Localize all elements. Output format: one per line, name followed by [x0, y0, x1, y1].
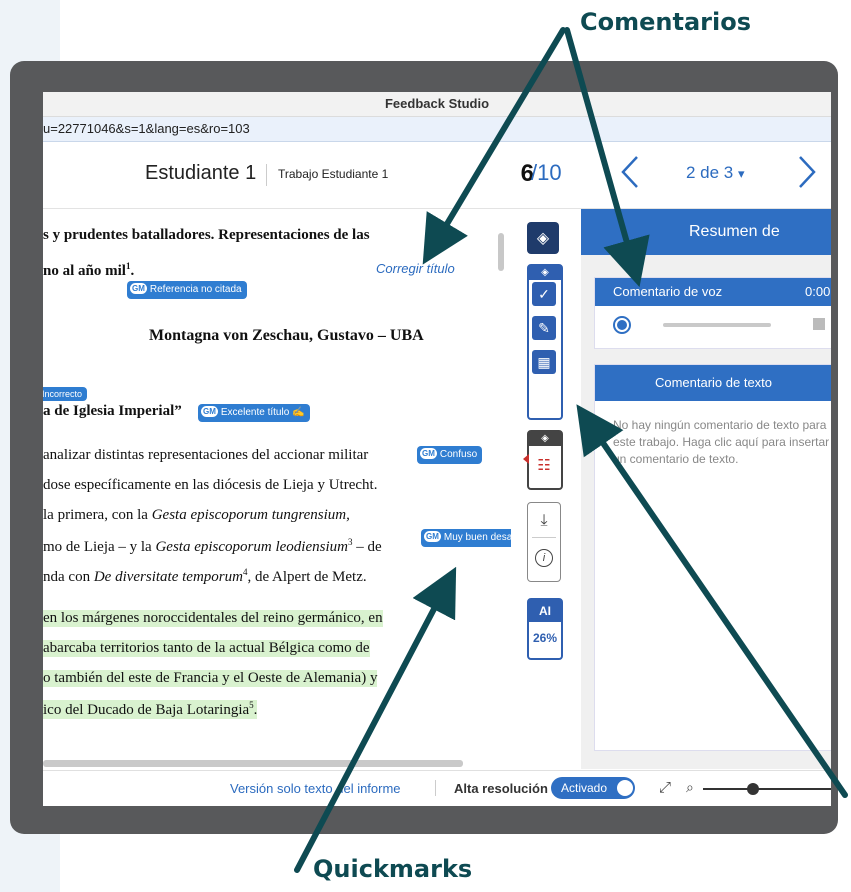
assignment-title: Trabajo Estudiante 1: [278, 167, 389, 181]
layers-icon: ◈: [529, 432, 561, 446]
correction-comment[interactable]: Corregir título: [376, 261, 455, 276]
feedback-summary-panel: Resumen de Comentario de voz 0:00 Coment…: [581, 209, 831, 769]
divider: [435, 780, 436, 796]
submission-pager[interactable]: 2 de 3 ▾: [686, 163, 745, 183]
window-title: Feedback Studio: [43, 92, 831, 117]
zoom-slider[interactable]: [703, 788, 831, 790]
previous-submission-button[interactable]: [618, 154, 642, 196]
chevron-right-icon: [799, 156, 816, 188]
divider: [266, 164, 267, 186]
document-viewer[interactable]: s y prudentes batalladores. Representaci…: [43, 209, 511, 769]
similarity-button[interactable]: ☷: [532, 452, 556, 478]
high-resolution-toggle[interactable]: Activado: [551, 777, 635, 799]
zoom-out-icon[interactable]: ⌕: [686, 779, 694, 796]
download-icon: ⤓: [540, 512, 548, 529]
ai-detector-button[interactable]: AI 26%: [527, 598, 563, 660]
record-button[interactable]: [613, 316, 631, 334]
doc-line: dose específicamente en las diócesis de …: [43, 477, 378, 493]
edit-icon: ✎: [538, 319, 550, 336]
doc-line: analizar distintas representaciones del …: [43, 447, 369, 463]
info-icon: i: [535, 549, 553, 567]
doc-author: Montagna von Zeschau, Gustavo – UBA: [149, 327, 424, 344]
highlighted-line: abarcaba territorios tanto de la actual …: [43, 640, 370, 657]
chevron-left-icon: [621, 156, 638, 188]
layers-icon: ◈: [529, 266, 561, 280]
text-comment-header: Comentario de texto: [595, 365, 831, 401]
highlighted-line: en los márgenes noroccidentales del rein…: [43, 610, 383, 627]
expand-icon[interactable]: ⤢: [659, 779, 671, 796]
layers-button[interactable]: ◈: [527, 222, 559, 254]
high-resolution-label: Alta resolución: [454, 781, 548, 796]
similarity-tools-group: ◈ ☷: [523, 430, 563, 490]
text-only-version-link[interactable]: Versión solo texto del informe: [230, 781, 401, 796]
panel-title: Resumen de: [689, 223, 780, 240]
divider: [532, 537, 556, 538]
utility-tools-group: ⤓ i: [527, 502, 561, 582]
grade-total: /10: [531, 160, 562, 185]
highlighted-line: ico del Ducado de Baja Lotaringia5.: [43, 700, 258, 719]
voice-comment-card: Comentario de voz 0:00: [594, 277, 831, 349]
ai-label: AI: [529, 600, 561, 622]
record-icon: [617, 320, 627, 330]
text-comment-card: Comentario de texto No hay ningún coment…: [594, 364, 831, 751]
voice-time: 0:00: [805, 284, 831, 299]
rubric-button[interactable]: ▦: [532, 350, 556, 374]
highlighted-line: o también del este de Francia y el Oeste…: [43, 670, 378, 687]
zoom-slider-handle[interactable]: [747, 783, 759, 795]
feedback-studio-screen: Feedback Studio u=22771046&s=1&lang=es&r…: [43, 92, 831, 806]
student-name: Estudiante 1: [145, 162, 257, 184]
document-icon: ☷: [537, 457, 551, 474]
audio-progress-bar[interactable]: [663, 323, 771, 327]
ai-percent: 26%: [532, 631, 558, 645]
text-comment-placeholder[interactable]: No hay ningún comentario de texto para e…: [595, 401, 831, 468]
pager-label: 2 de 3: [686, 163, 734, 182]
document-scrollbar[interactable]: [498, 233, 504, 271]
grading-tools-group: ◈ ✓ ✎ ▦: [527, 264, 563, 420]
edit-button[interactable]: ✎: [532, 316, 556, 340]
toggle-knob: [617, 780, 633, 796]
doc-title-line-2: no al año mil1.: [43, 261, 135, 279]
doc-title-line-1: s y prudentes batalladores. Representaci…: [43, 227, 370, 243]
stop-icon[interactable]: [813, 318, 825, 330]
check-icon: ✓: [538, 285, 550, 302]
submission-header: Estudiante 1 Trabajo Estudiante 1 6 /10 …: [43, 142, 831, 209]
url-bar[interactable]: u=22771046&s=1&lang=es&ro=103: [43, 117, 831, 142]
comment-bubble-icon: ✍: [292, 407, 305, 418]
doc-line: mo de Lieja – y la Gesta episcoporum leo…: [43, 537, 382, 555]
download-button[interactable]: ⤓: [528, 505, 560, 537]
quickmark-muy-bueno[interactable]: GM Muy buen desa: [421, 529, 511, 547]
voice-comment-title: Comentario de voz: [613, 284, 723, 299]
panel-header: Resumen de: [581, 209, 831, 255]
horizontal-scrollbar[interactable]: [43, 760, 463, 767]
quickmark-referencia[interactable]: GM Referencia no citada: [127, 281, 247, 299]
check-button[interactable]: ✓: [532, 282, 556, 306]
quickmark-confuso[interactable]: GM Confuso: [417, 446, 483, 464]
doc-line: nda con De diversitate temporum4, de Alp…: [43, 567, 367, 585]
status-bar: Versión solo texto del informe Alta reso…: [43, 770, 831, 806]
doc-line: la primera, con la Gesta episcoporum tun…: [43, 507, 350, 523]
info-button[interactable]: i: [528, 542, 560, 574]
callout-quickmarks: Quickmarks: [313, 855, 473, 883]
active-indicator: [523, 454, 529, 464]
quickmark-excelente[interactable]: GM Excelente título ✍: [198, 404, 310, 422]
doc-heading: a de Iglesia Imperial”: [43, 403, 182, 419]
toggle-label: Activado: [561, 781, 608, 795]
layers-icon: ◈: [536, 230, 550, 247]
callout-comentarios: Comentarios: [580, 8, 751, 36]
next-submission-button[interactable]: [795, 154, 819, 196]
grid-icon: ▦: [537, 353, 551, 370]
chevron-down-icon: ▾: [738, 166, 745, 181]
quickmark-incorrecto[interactable]: Incorrecto: [43, 387, 88, 401]
voice-comment-header: Comentario de voz 0:00: [595, 278, 831, 306]
